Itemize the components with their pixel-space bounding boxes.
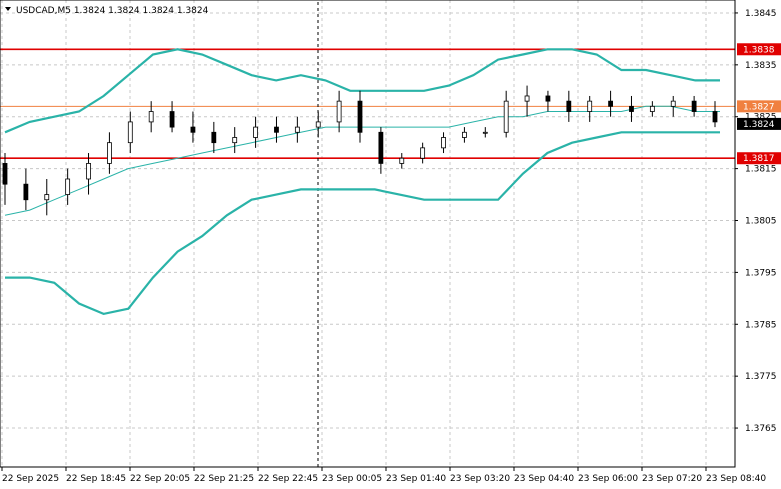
- y-tick-label: 1.3785: [745, 320, 777, 330]
- candle-body: [629, 105, 634, 112]
- x-tick-label: 23 Sep 08:40: [706, 474, 766, 484]
- candle-body: [127, 121, 133, 144]
- upper_band-line: [4, 48, 720, 134]
- x-tick-label: 23 Sep 06:00: [578, 474, 638, 484]
- candle-body: [587, 100, 593, 112]
- y-tick-label: 1.3805: [745, 217, 777, 227]
- x-tick-label: 23 Sep 03:20: [450, 474, 510, 484]
- candle-body: [712, 111, 718, 123]
- x-tick-label: 22 Sep 18:45: [66, 474, 126, 484]
- candle-body: [420, 147, 426, 159]
- candle-body: [545, 95, 551, 102]
- x-tick-label: 23 Sep 07:20: [642, 474, 702, 484]
- candle-body: [524, 95, 530, 102]
- candle-body: [148, 111, 154, 123]
- candle-body: [357, 100, 363, 133]
- x-tick-label: 23 Sep 00:05: [322, 474, 382, 484]
- bollinger-bands: [4, 48, 720, 316]
- symbol-info: USDCAD,M5 1.3824 1.3824 1.3824 1.3824: [16, 6, 209, 16]
- x-tick-label: 22 Sep 22:45: [258, 474, 318, 484]
- lower_band-line: [5, 131, 720, 316]
- x-tick-label: 23 Sep 01:40: [386, 474, 446, 484]
- horizontal-levels: [0, 48, 735, 160]
- chart-header: USDCAD,M5 1.3824 1.3824 1.3824 1.3824: [5, 6, 209, 16]
- y-tick-label: 1.3795: [745, 268, 777, 278]
- current-price-label: 1.3824: [743, 120, 775, 130]
- candle-body: [462, 131, 467, 138]
- candle-body: [378, 131, 384, 164]
- candle-body: [294, 126, 300, 133]
- candle-body: [566, 100, 572, 112]
- candle-body: [503, 100, 509, 133]
- y-tick-label: 1.3815: [745, 165, 777, 175]
- candle-body: [274, 126, 279, 133]
- candle-body: [86, 163, 91, 180]
- candle-body: [608, 100, 613, 107]
- level-tag-label: 1.3817: [743, 154, 775, 164]
- candle-body: [649, 105, 655, 112]
- y-tick-label: 1.3835: [745, 61, 777, 71]
- level-tag-label: 1.3827: [743, 102, 775, 112]
- candle-body: [336, 100, 342, 123]
- x-tick-label: 22 Sep 20:05: [130, 474, 190, 484]
- candle-body: [211, 131, 217, 144]
- candle-body: [315, 121, 321, 128]
- price-axis: 1.38451.38351.38251.38151.38051.37951.37…: [735, 9, 777, 434]
- candle-body: [23, 183, 29, 201]
- candle-body: [65, 178, 71, 195]
- candle-body: [482, 131, 488, 134]
- y-tick-label: 1.3845: [745, 9, 777, 19]
- level-tag-label: 1.3838: [743, 45, 775, 55]
- y-tick-label: 1.3775: [745, 372, 777, 382]
- candle-body: [441, 137, 446, 149]
- candle-body: [232, 137, 238, 144]
- triangle-down-icon[interactable]: [5, 7, 11, 11]
- candle-body: [44, 194, 50, 201]
- candle-body: [670, 100, 676, 107]
- middle_band-line: [4, 105, 720, 216]
- candle-body: [107, 142, 112, 164]
- y-tick-label: 1.3765: [745, 424, 777, 434]
- x-tick-label: 22 Sep 2025: [2, 474, 59, 484]
- candle-body: [2, 163, 8, 185]
- x-tick-label: 23 Sep 04:40: [514, 474, 574, 484]
- candle-body: [691, 100, 697, 112]
- candlesticks: [2, 85, 718, 216]
- price-chart[interactable]: 1.38451.38351.38251.38151.38051.37951.37…: [0, 0, 781, 489]
- candle-body: [169, 111, 175, 128]
- x-tick-label: 22 Sep 21:25: [194, 474, 254, 484]
- time-axis: 22 Sep 2025 22 Sep 18:45 22 Sep 20:05 22 Se…: [1, 467, 766, 484]
- candle-body: [253, 126, 258, 138]
- candle-body: [190, 126, 196, 133]
- candle-body: [399, 157, 405, 164]
